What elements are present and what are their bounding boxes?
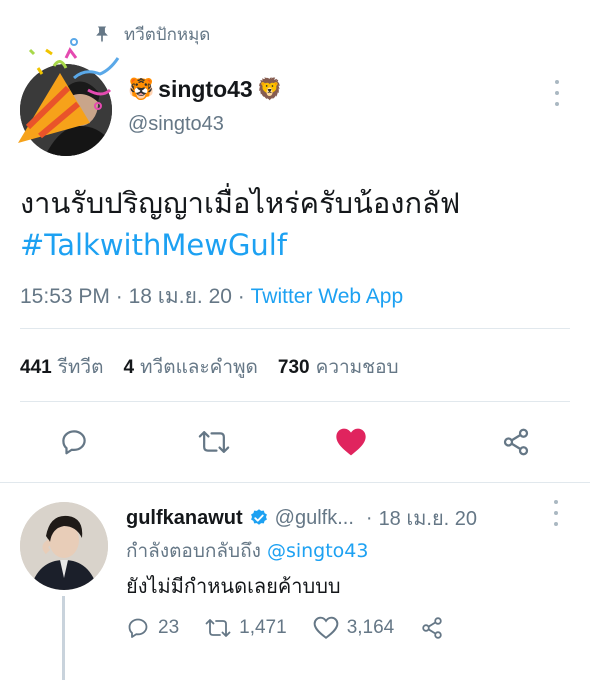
meta-separator: · — [237, 285, 251, 308]
share-icon — [422, 617, 442, 639]
tweet-date[interactable]: 18 เม.ย. 20 — [129, 285, 232, 308]
reply-like-button[interactable]: 3,164 — [313, 616, 395, 640]
reply-header: gulfkanawut @gulfk... · 18 เม.ย. 20 — [126, 502, 566, 534]
heart-icon[interactable] — [333, 424, 369, 460]
thread-connector-line — [62, 596, 65, 680]
share-icon[interactable] — [498, 424, 534, 460]
quotes-stat[interactable]: 4 ทวีตและคำพูด — [123, 352, 257, 382]
tweet-text: งานรับปริญญาเมื่อไหร่ครับน้องกลัฟ — [20, 186, 461, 220]
retweet-icon[interactable] — [196, 424, 232, 460]
reply-tweet[interactable]: gulfkanawut @gulfk... · 18 เม.ย. 20 กำลั… — [0, 482, 590, 680]
reply-date[interactable]: 18 เม.ย. 20 — [379, 502, 477, 534]
reply-retweet-button[interactable]: 1,471 — [205, 616, 287, 640]
author-name-row[interactable]: 🐯 singto43 🦁 — [128, 76, 283, 103]
tweet-source-link[interactable]: Twitter Web App — [251, 285, 404, 308]
reply-text: ยังไม่มีกำหนดเลยค้าบบบ — [126, 574, 341, 598]
replying-to: กำลังตอบกลับถึง @singto43 — [126, 536, 368, 566]
reply-more-options-icon[interactable] — [547, 500, 565, 526]
meta-separator: · — [115, 285, 129, 308]
reply-share-button[interactable] — [420, 616, 444, 640]
author-handle[interactable]: @singto43 — [128, 113, 283, 136]
reply-count: 23 — [158, 617, 180, 638]
like-count: 3,164 — [346, 617, 395, 638]
more-options-icon[interactable] — [548, 80, 566, 106]
likes-stat[interactable]: 730 ความชอบ — [278, 352, 399, 382]
tweet-meta: 15:53 PM · 18 เม.ย. 20 · Twitter Web App — [20, 280, 403, 313]
retweet-icon — [205, 619, 231, 637]
reply-actions: 23 1,471 3,164 — [126, 616, 470, 640]
replying-to-label: กำลังตอบกลับถึง — [126, 540, 261, 562]
birthday-party-hat-icon — [18, 38, 120, 143]
divider — [20, 401, 570, 402]
hashtag-link[interactable]: #TalkwithMewGulf — [20, 224, 570, 266]
verified-badge-icon — [250, 509, 267, 525]
reply-icon[interactable] — [56, 424, 92, 460]
tweet-stats: 441 รีทวีต 4 ทวีตและคำพูด 730 ความชอบ — [20, 352, 399, 382]
tweet-body: งานรับปริญญาเมื่อไหร่ครับน้องกลัฟ #Talkw… — [20, 182, 570, 266]
reply-author-handle[interactable]: @gulfk... — [275, 507, 354, 530]
tweet-time[interactable]: 15:53 PM — [20, 285, 110, 308]
retweet-count: 1,471 — [239, 617, 287, 638]
heart-outline-icon — [313, 616, 339, 639]
replying-to-mention[interactable]: @singto43 — [267, 540, 369, 562]
reply-reply-button[interactable]: 23 — [126, 616, 179, 640]
reply-author-name[interactable]: gulfkanawut — [126, 507, 243, 530]
author-name[interactable]: singto43 — [158, 76, 253, 103]
reply-icon — [128, 618, 148, 638]
reply-avatar[interactable] — [20, 502, 108, 590]
meta-separator: · — [365, 506, 373, 529]
tweet-actions — [20, 424, 570, 460]
lion-emoji: 🦁 — [256, 77, 283, 101]
tiger-emoji: 🐯 — [128, 77, 155, 101]
retweets-stat[interactable]: 441 รีทวีต — [20, 352, 103, 382]
author-info: 🐯 singto43 🦁 @singto43 — [128, 76, 283, 136]
divider — [20, 328, 570, 329]
